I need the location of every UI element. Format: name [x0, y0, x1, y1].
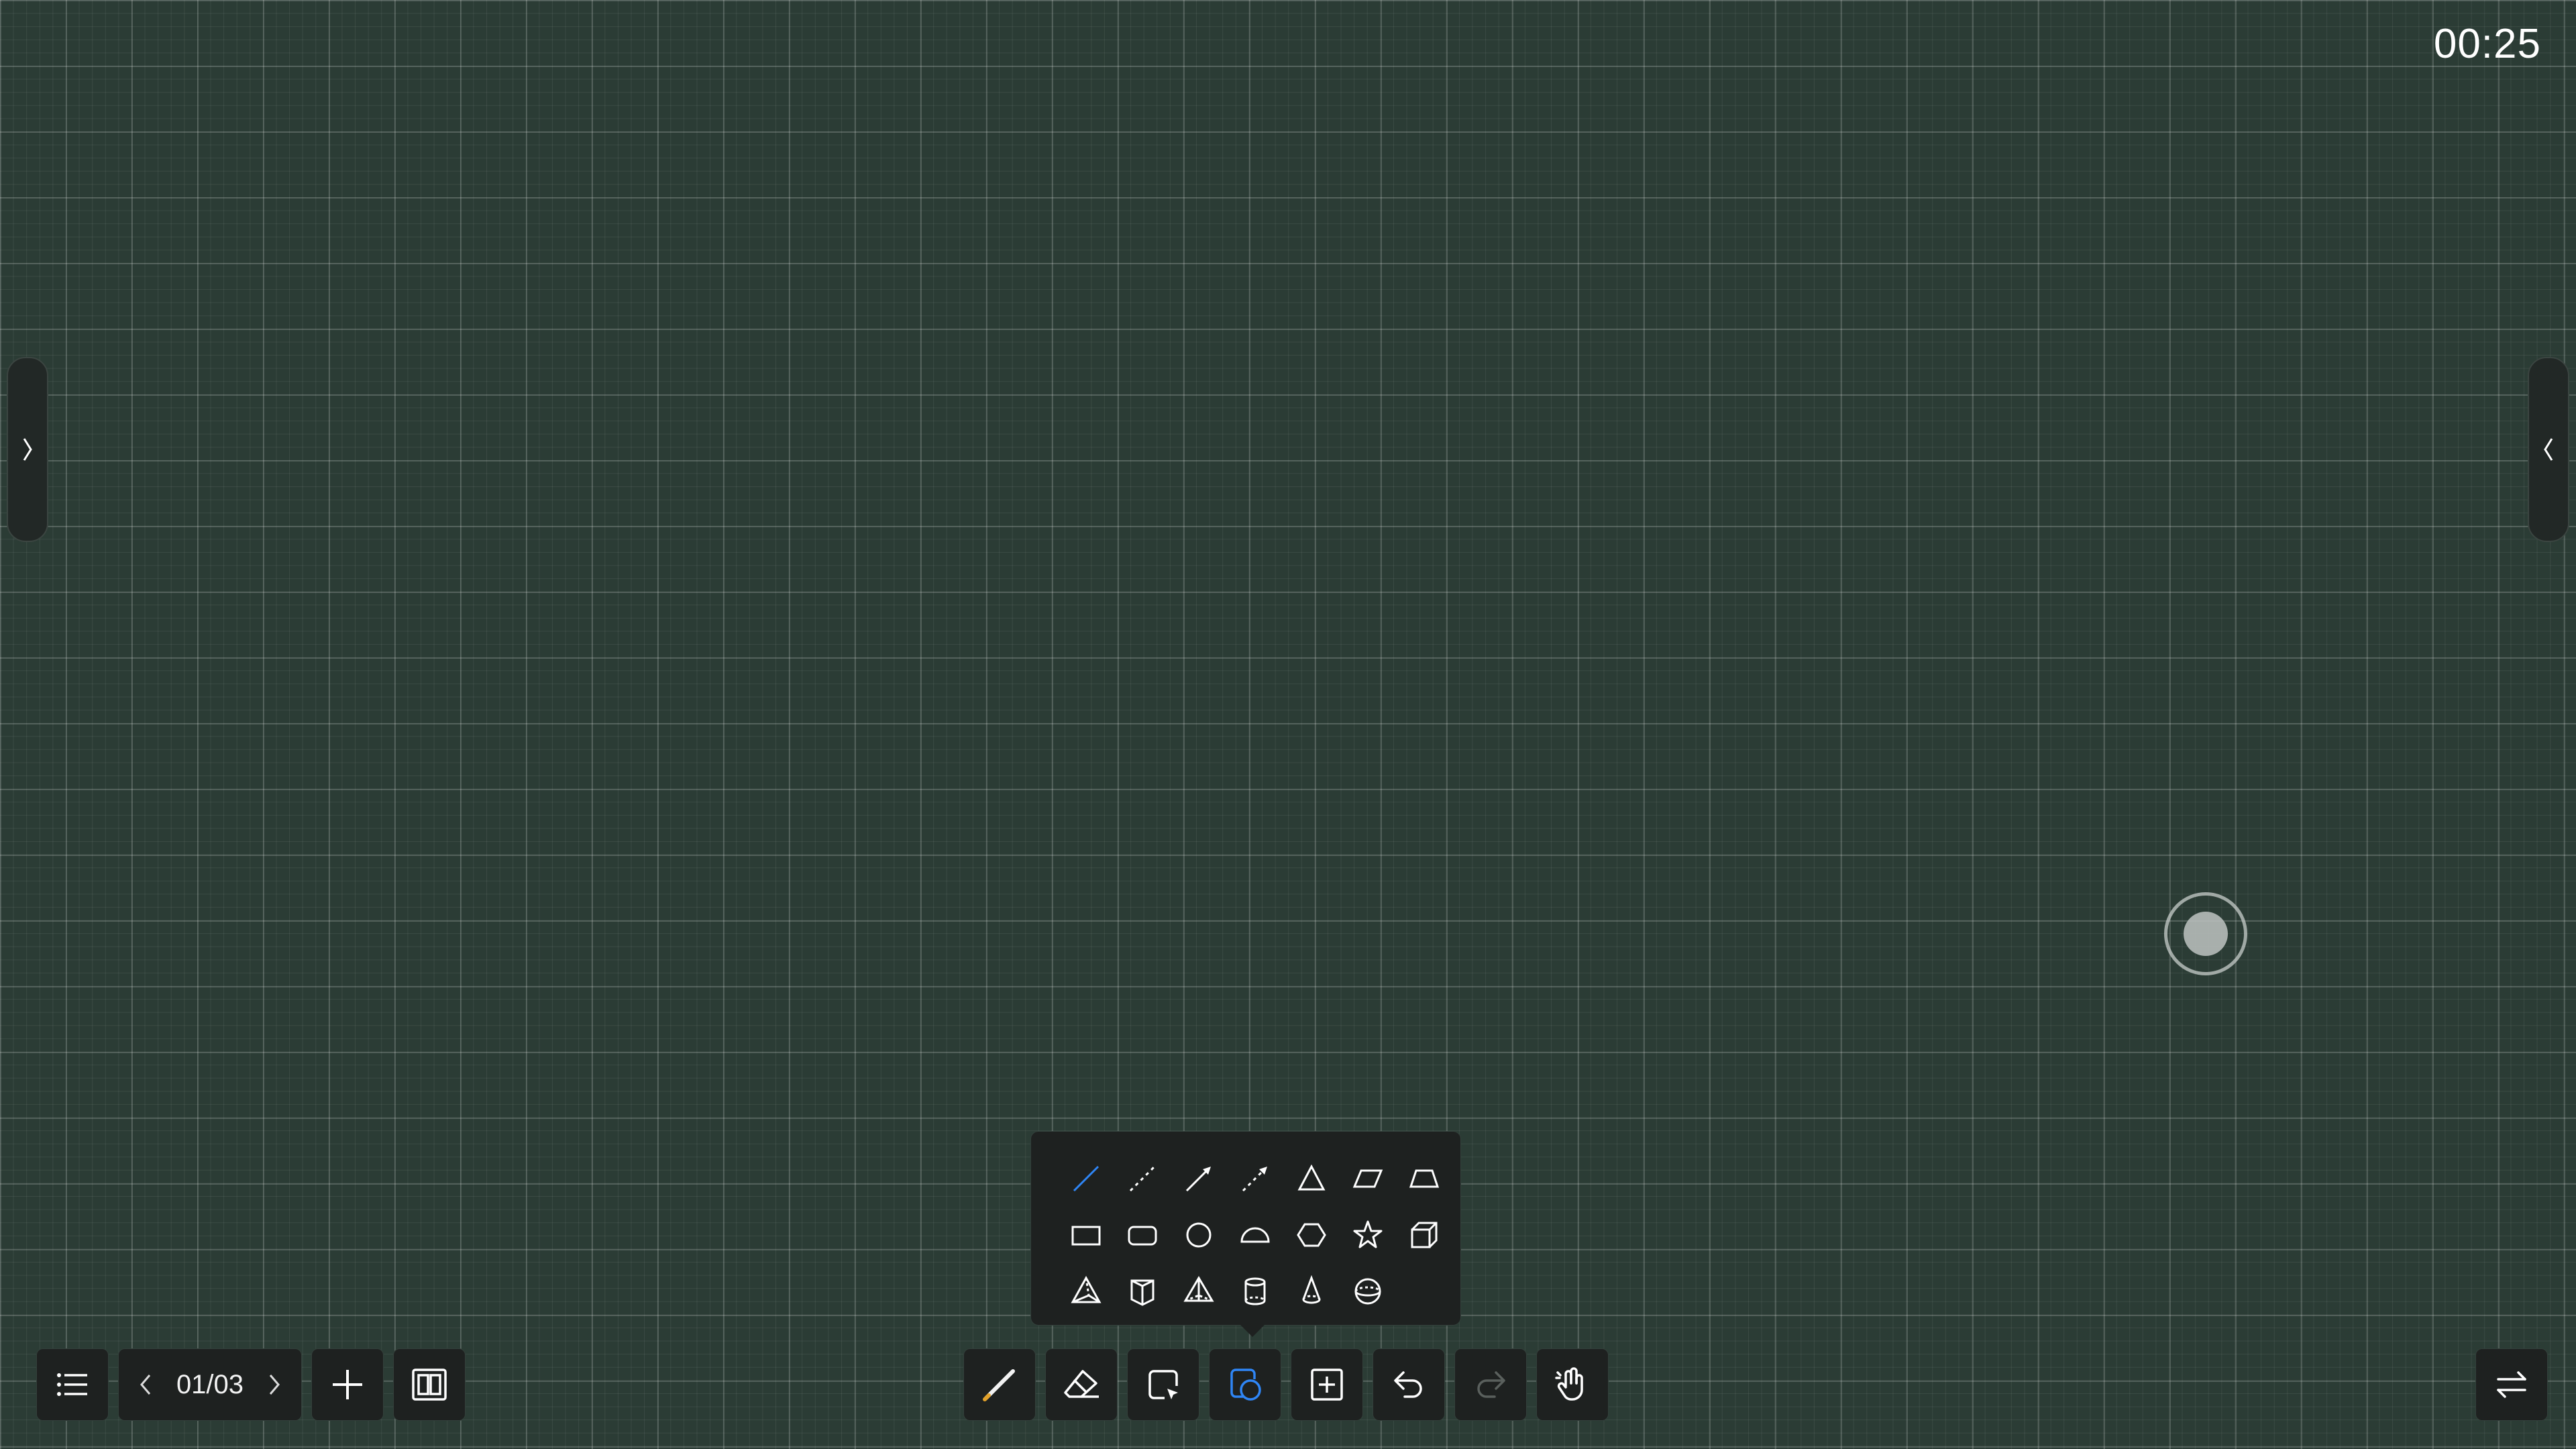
tetrahedron-icon	[1183, 1276, 1214, 1302]
shape-cylinder[interactable]	[1227, 1263, 1283, 1320]
shape-tool-button[interactable]	[1209, 1348, 1281, 1421]
shape-trapezoid[interactable]	[1396, 1150, 1452, 1207]
plus-icon	[333, 1370, 362, 1399]
star-icon	[1353, 1220, 1383, 1248]
hexagon-icon	[1297, 1223, 1326, 1247]
hand-gesture-icon	[1555, 1367, 1583, 1401]
page-navigator: 01/03	[118, 1348, 302, 1421]
left-sidebar-toggle[interactable]	[7, 357, 48, 542]
pen-tool-button[interactable]	[963, 1348, 1036, 1421]
parallelogram-icon	[1352, 1169, 1383, 1188]
dashed-arrow-icon	[1242, 1167, 1267, 1192]
shape-rectangle[interactable]	[1058, 1207, 1114, 1263]
redo-icon	[1477, 1371, 1505, 1398]
shape-triangular-pyramid[interactable]	[1058, 1263, 1114, 1320]
shape-dashed-line[interactable]	[1114, 1150, 1171, 1207]
redo-button[interactable]	[1454, 1348, 1527, 1421]
cylinder-icon	[1244, 1277, 1266, 1305]
menu-button[interactable]	[36, 1348, 109, 1421]
shape-hexagon[interactable]	[1283, 1207, 1340, 1263]
line-icon	[1073, 1165, 1099, 1192]
select-tool-button[interactable]	[1127, 1348, 1199, 1421]
shapes-icon	[1230, 1368, 1261, 1401]
shape-cube[interactable]	[1396, 1207, 1452, 1263]
next-page-button[interactable]	[261, 1370, 288, 1399]
insert-tool-button[interactable]	[1291, 1348, 1363, 1421]
shape-sphere[interactable]	[1340, 1263, 1396, 1320]
shape-picker-popup	[1030, 1131, 1461, 1337]
shape-line[interactable]	[1058, 1150, 1114, 1207]
gesture-tool-button[interactable]	[1536, 1348, 1609, 1421]
sphere-icon	[1354, 1278, 1381, 1305]
shape-dashed-arrow[interactable]	[1227, 1150, 1283, 1207]
shape-arrow[interactable]	[1171, 1150, 1227, 1207]
select-icon	[1148, 1370, 1178, 1399]
add-page-button[interactable]	[311, 1348, 384, 1421]
dashed-line-icon	[1129, 1165, 1156, 1192]
floating-assist-button[interactable]	[2164, 892, 2247, 975]
undo-button[interactable]	[1373, 1348, 1445, 1421]
page-overview-icon	[412, 1368, 447, 1401]
circle-icon	[1186, 1222, 1212, 1248]
prev-page-button[interactable]	[132, 1370, 159, 1399]
rounded-rectangle-icon	[1128, 1226, 1157, 1246]
floating-assist-icon	[2184, 912, 2228, 956]
cube-icon	[1411, 1222, 1438, 1248]
page-counter: 01/03	[176, 1369, 244, 1399]
undo-icon	[1394, 1371, 1422, 1398]
switch-sides-icon	[2497, 1371, 2526, 1398]
shape-star[interactable]	[1340, 1207, 1396, 1263]
insert-icon	[1311, 1368, 1343, 1401]
semicircle-icon	[1240, 1227, 1270, 1243]
shape-triangle[interactable]	[1283, 1150, 1340, 1207]
clock-time: 00:25	[2433, 21, 2541, 67]
arrow-icon	[1185, 1167, 1211, 1192]
prism-icon	[1130, 1279, 1155, 1306]
trapezoid-icon	[1409, 1169, 1440, 1188]
shape-circle[interactable]	[1171, 1207, 1227, 1263]
chevron-right-icon	[23, 438, 32, 461]
switch-toolbar-side-button[interactable]	[2475, 1348, 2548, 1421]
triangle-icon	[1297, 1164, 1326, 1191]
right-sidebar-toggle[interactable]	[2528, 357, 2569, 542]
eraser-tool-button[interactable]	[1045, 1348, 1118, 1421]
list-menu-icon	[57, 1373, 87, 1396]
page-overview-button[interactable]	[393, 1348, 466, 1421]
rectangle-icon	[1071, 1226, 1101, 1246]
shape-cone[interactable]	[1283, 1263, 1340, 1320]
cone-icon	[1302, 1275, 1321, 1304]
eraser-icon	[1064, 1370, 1099, 1398]
chevron-left-icon	[2544, 438, 2553, 461]
triangular-pyramid-icon	[1071, 1275, 1102, 1303]
shape-prism[interactable]	[1114, 1263, 1171, 1320]
shape-semicircle[interactable]	[1227, 1207, 1283, 1263]
shape-rounded-rectangle[interactable]	[1114, 1207, 1171, 1263]
shape-parallelogram[interactable]	[1340, 1150, 1396, 1207]
pen-icon	[983, 1369, 1015, 1401]
shape-tetrahedron[interactable]	[1171, 1263, 1227, 1320]
